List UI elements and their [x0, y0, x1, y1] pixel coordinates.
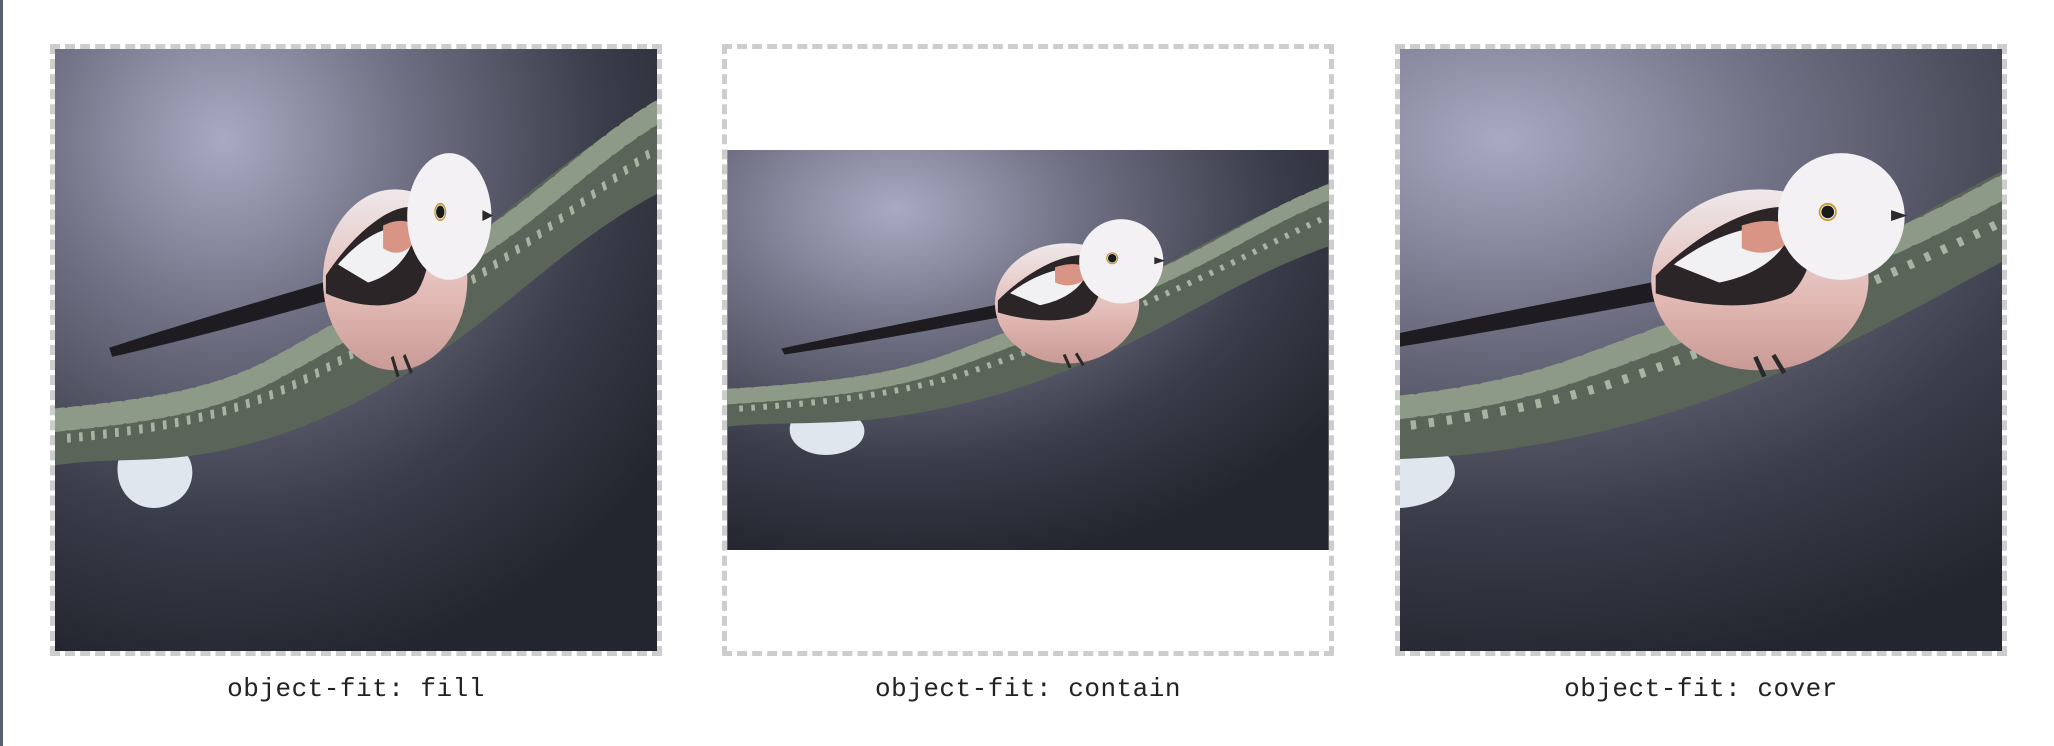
- caption-fill: object-fit: fill: [227, 674, 485, 704]
- panel-fill: object-fit: fill: [50, 44, 662, 704]
- left-edge-strip: [0, 0, 3, 746]
- image-frame-contain: [722, 44, 1334, 656]
- panel-contain: object-fit: contain: [722, 44, 1334, 704]
- caption-cover: object-fit: cover: [1564, 674, 1838, 704]
- image-frame-fill: [50, 44, 662, 656]
- panel-cover: object-fit: cover: [1395, 44, 2007, 704]
- bird-photo-fill: [55, 49, 657, 651]
- caption-contain: object-fit: contain: [875, 674, 1181, 704]
- bird-photo-contain: [727, 150, 1329, 550]
- image-frame-cover: [1395, 44, 2007, 656]
- bird-photo-cover: [1400, 49, 2002, 651]
